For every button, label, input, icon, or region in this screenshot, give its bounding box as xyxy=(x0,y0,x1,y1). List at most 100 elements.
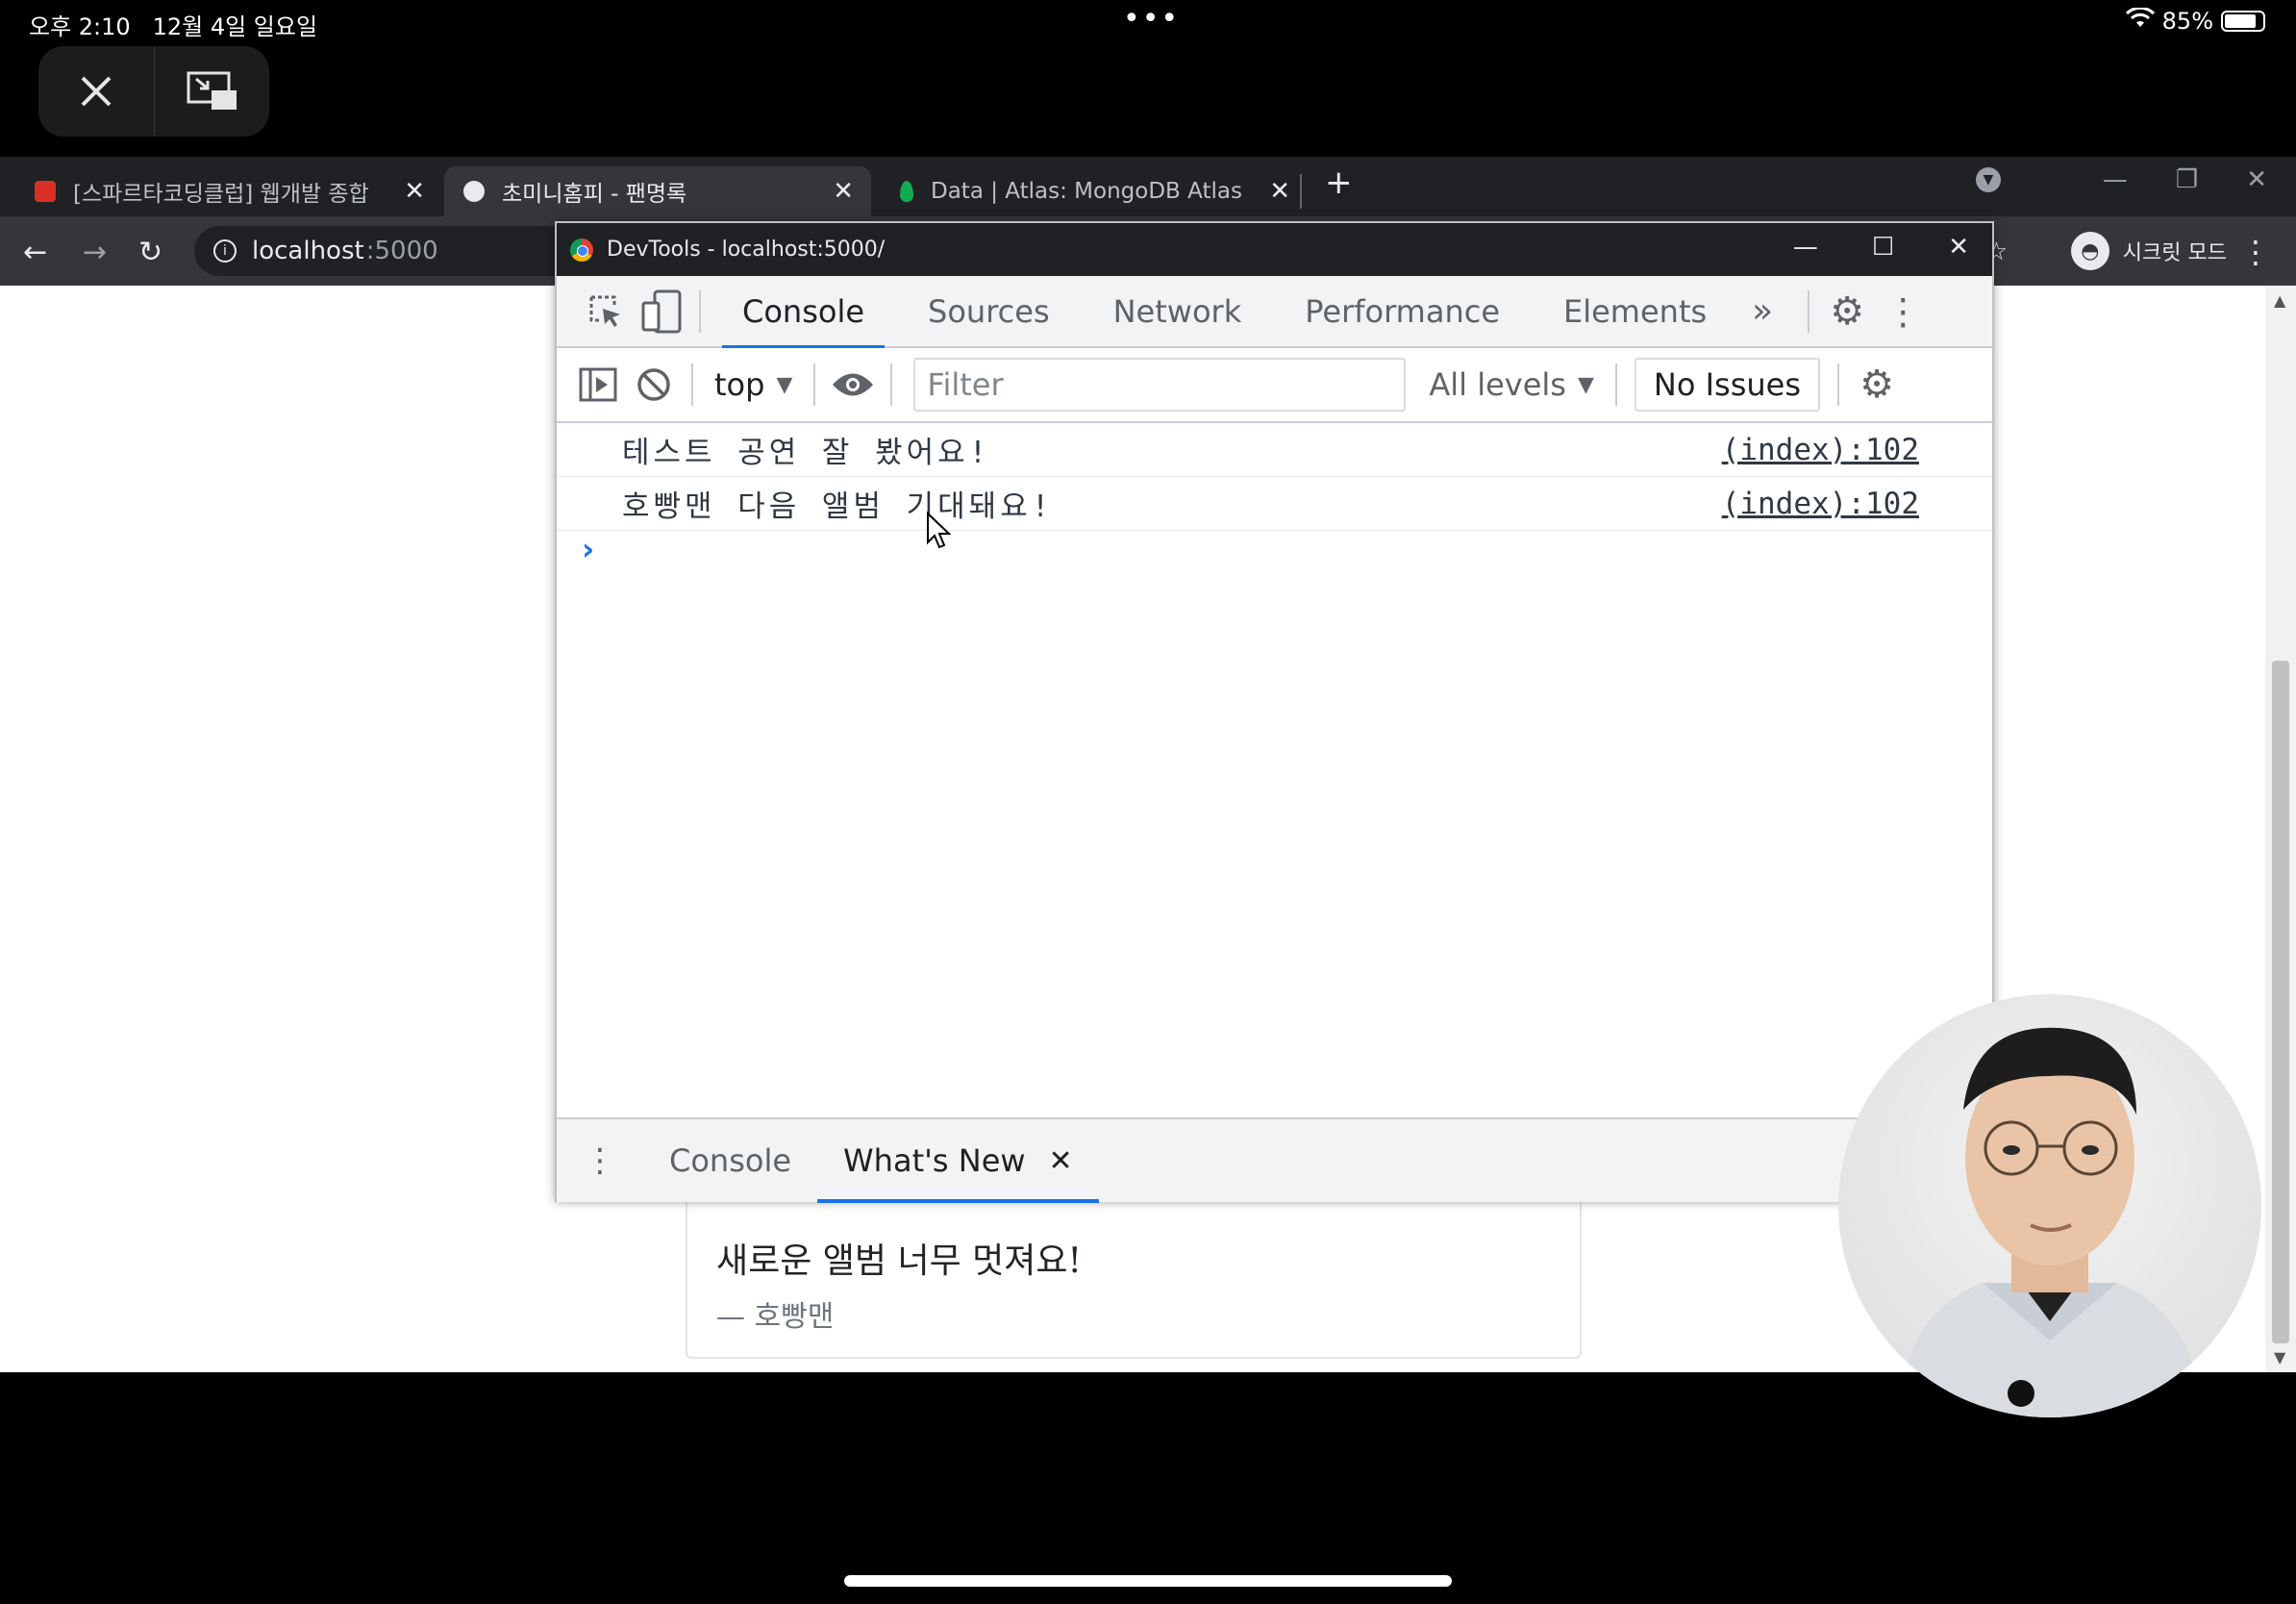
incognito-badge[interactable]: ◓ 시크릿 모드 xyxy=(2070,226,2227,276)
tab-minihompy[interactable]: 초미니홈피 - 팬명록 ✕ xyxy=(444,166,871,216)
ipad-status-bar: 오후 2:10 12월 4일 일요일 ••• 85% xyxy=(0,0,2296,46)
drawer-tab-label: What's New xyxy=(843,1142,1026,1179)
restore-icon[interactable]: ❐ xyxy=(2176,165,2198,194)
chrome-logo-icon xyxy=(570,238,593,262)
new-tab-button[interactable]: + xyxy=(1325,163,1353,202)
browser-tab-strip: [스파르타코딩클럽] 웹개발 종합 ✕ 초미니홈피 - 팬명록 ✕ Data |… xyxy=(0,157,2296,216)
toolbar-separator xyxy=(691,363,693,406)
url-host: localhost xyxy=(252,237,364,265)
multitasking-dots[interactable]: ••• xyxy=(1123,2,1180,36)
context-value: top xyxy=(714,366,765,403)
status-date: 12월 4일 일요일 xyxy=(152,13,318,40)
scroll-up-arrow-icon[interactable]: ▲ xyxy=(2274,291,2285,310)
console-settings-gear-icon[interactable]: ⚙ xyxy=(1849,357,1905,413)
close-window-button[interactable] xyxy=(38,46,154,137)
globe-icon xyxy=(463,181,485,202)
status-right: 85% xyxy=(2125,6,2265,35)
clear-console-icon[interactable] xyxy=(626,357,682,413)
console-message: 테스트 공연 잘 봤어요! (index):102 xyxy=(557,423,1992,477)
browser-menu-icon[interactable]: ⋮ xyxy=(2240,234,2271,270)
tab-console[interactable]: Console xyxy=(711,275,896,349)
tab-title: 초미니홈피 - 팬명록 xyxy=(502,182,687,207)
devtools-window: DevTools - localhost:5000/ — ☐ ✕ Console… xyxy=(555,221,1994,1203)
drawer-menu-icon[interactable]: ⋮ xyxy=(557,1141,643,1180)
issues-button[interactable]: No Issues xyxy=(1634,358,1820,412)
shrink-window-icon xyxy=(187,71,237,110)
devtools-window-controls: — ☐ ✕ xyxy=(1793,233,1969,262)
tab-mongodb-atlas[interactable]: Data | Atlas: MongoDB Atlas ✕ xyxy=(881,166,1308,216)
console-toolbar: top ▼ All levels ▼ No Issues ⚙ xyxy=(557,348,1992,423)
info-icon[interactable]: i xyxy=(213,239,237,263)
console-source-link[interactable]: (index):102 xyxy=(1722,487,1919,521)
window-controls xyxy=(38,46,269,137)
reload-icon[interactable]: ↻ xyxy=(138,236,162,269)
tab-sources[interactable]: Sources xyxy=(896,275,1082,347)
toolbar-separator xyxy=(890,363,893,406)
close-tab-icon[interactable]: ✕ xyxy=(1049,1144,1073,1178)
close-icon xyxy=(81,76,112,107)
console-filter-input[interactable] xyxy=(913,358,1407,412)
url-port: :5000 xyxy=(365,237,438,265)
tab-close-button[interactable]: ✕ xyxy=(404,177,425,206)
devtools-menu-icon[interactable]: ⋮ xyxy=(1875,284,1931,339)
wifi-icon xyxy=(2125,6,2155,35)
back-arrow-icon[interactable]: ← xyxy=(23,236,47,269)
forward-arrow-icon[interactable]: → xyxy=(83,236,107,269)
devtools-title-bar[interactable]: DevTools - localhost:5000/ — ☐ ✕ xyxy=(557,223,1992,276)
guestbook-comment-card: 새로운 앨범 너무 멋져요! — 호빵맨 xyxy=(686,1200,1582,1359)
tab-network[interactable]: Network xyxy=(1082,275,1274,347)
minimize-window-button[interactable] xyxy=(154,46,269,137)
toolbar-separator xyxy=(699,289,701,333)
incognito-label: 시크릿 모드 xyxy=(2122,241,2227,265)
home-indicator[interactable] xyxy=(844,1575,1452,1587)
devtools-title: DevTools - localhost:5000/ xyxy=(607,238,886,262)
console-message-text: 호빵맨 다음 앨범 기대돼요! xyxy=(622,489,1054,524)
inspect-element-icon[interactable] xyxy=(578,284,634,339)
webcam-presenter-video xyxy=(1838,994,2261,1417)
mongodb-leaf-icon xyxy=(900,181,913,202)
drawer-tab-whats-new[interactable]: What's New ✕ xyxy=(817,1124,1099,1203)
dropdown-caret-icon: ▼ xyxy=(1577,372,1594,397)
show-sidebar-icon[interactable] xyxy=(570,357,626,413)
console-message-text: 테스트 공연 잘 봤어요! xyxy=(622,436,991,470)
context-selector[interactable]: top ▼ xyxy=(703,366,804,403)
tab-elements[interactable]: Elements xyxy=(1532,275,1738,347)
tab-title: [스파르타코딩클럽] 웹개발 종합 xyxy=(73,182,369,207)
browser-window-controls: ▼ — ❐ ✕ xyxy=(1975,165,2267,194)
mouse-cursor-icon xyxy=(926,511,953,554)
tab-close-button[interactable]: ✕ xyxy=(833,177,854,206)
tab-title: Data | Atlas: MongoDB Atlas xyxy=(931,179,1242,204)
tab-close-button[interactable]: ✕ xyxy=(1269,177,1290,206)
more-tabs-chevron-icon[interactable]: » xyxy=(1738,275,1786,347)
dropdown-caret-icon: ▼ xyxy=(776,372,793,397)
devtools-drawer-tabs: ⋮ Console What's New ✕ xyxy=(557,1117,1992,1203)
tab-spartacoding[interactable]: [스파르타코딩클럽] 웹개발 종합 ✕ xyxy=(15,166,442,216)
tab-performance[interactable]: Performance xyxy=(1273,275,1532,347)
live-expression-eye-icon[interactable] xyxy=(825,357,881,413)
tab-search-icon[interactable]: ▼ xyxy=(1975,167,2001,192)
battery-icon xyxy=(2221,11,2265,32)
settings-gear-icon[interactable]: ⚙ xyxy=(1819,284,1875,339)
status-time-date: 오후 2:10 12월 4일 일요일 xyxy=(29,8,317,41)
scroll-down-arrow-icon[interactable]: ▼ xyxy=(2274,1348,2285,1366)
log-levels-value: All levels xyxy=(1429,366,1566,403)
close-icon[interactable]: ✕ xyxy=(1948,233,1969,262)
close-icon[interactable]: ✕ xyxy=(2246,165,2267,194)
device-toolbar-icon[interactable] xyxy=(634,284,689,339)
drawer-tab-console[interactable]: Console xyxy=(643,1124,817,1197)
toolbar-separator xyxy=(1808,289,1810,333)
minimize-icon[interactable]: — xyxy=(2103,165,2128,194)
console-message: 호빵맨 다음 앨범 기대돼요! (index):102 xyxy=(557,477,1992,531)
maximize-icon[interactable]: ☐ xyxy=(1872,233,1894,262)
toolbar-separator xyxy=(1614,363,1617,406)
page-scrollbar[interactable]: ▲ ▼ xyxy=(2265,286,2296,1372)
console-source-link[interactable]: (index):102 xyxy=(1722,433,1919,467)
incognito-icon: ◓ xyxy=(2070,232,2109,270)
console-prompt-chevron-icon[interactable]: › xyxy=(582,531,594,567)
minimize-icon[interactable]: — xyxy=(1793,233,1818,262)
comment-text: 새로운 앨범 너무 멋져요! xyxy=(716,1241,1082,1281)
book-icon xyxy=(35,181,56,202)
log-levels-dropdown[interactable]: All levels ▼ xyxy=(1417,366,1606,403)
scrollbar-thumb[interactable] xyxy=(2272,661,2289,1343)
tab-divider xyxy=(1300,174,1302,209)
